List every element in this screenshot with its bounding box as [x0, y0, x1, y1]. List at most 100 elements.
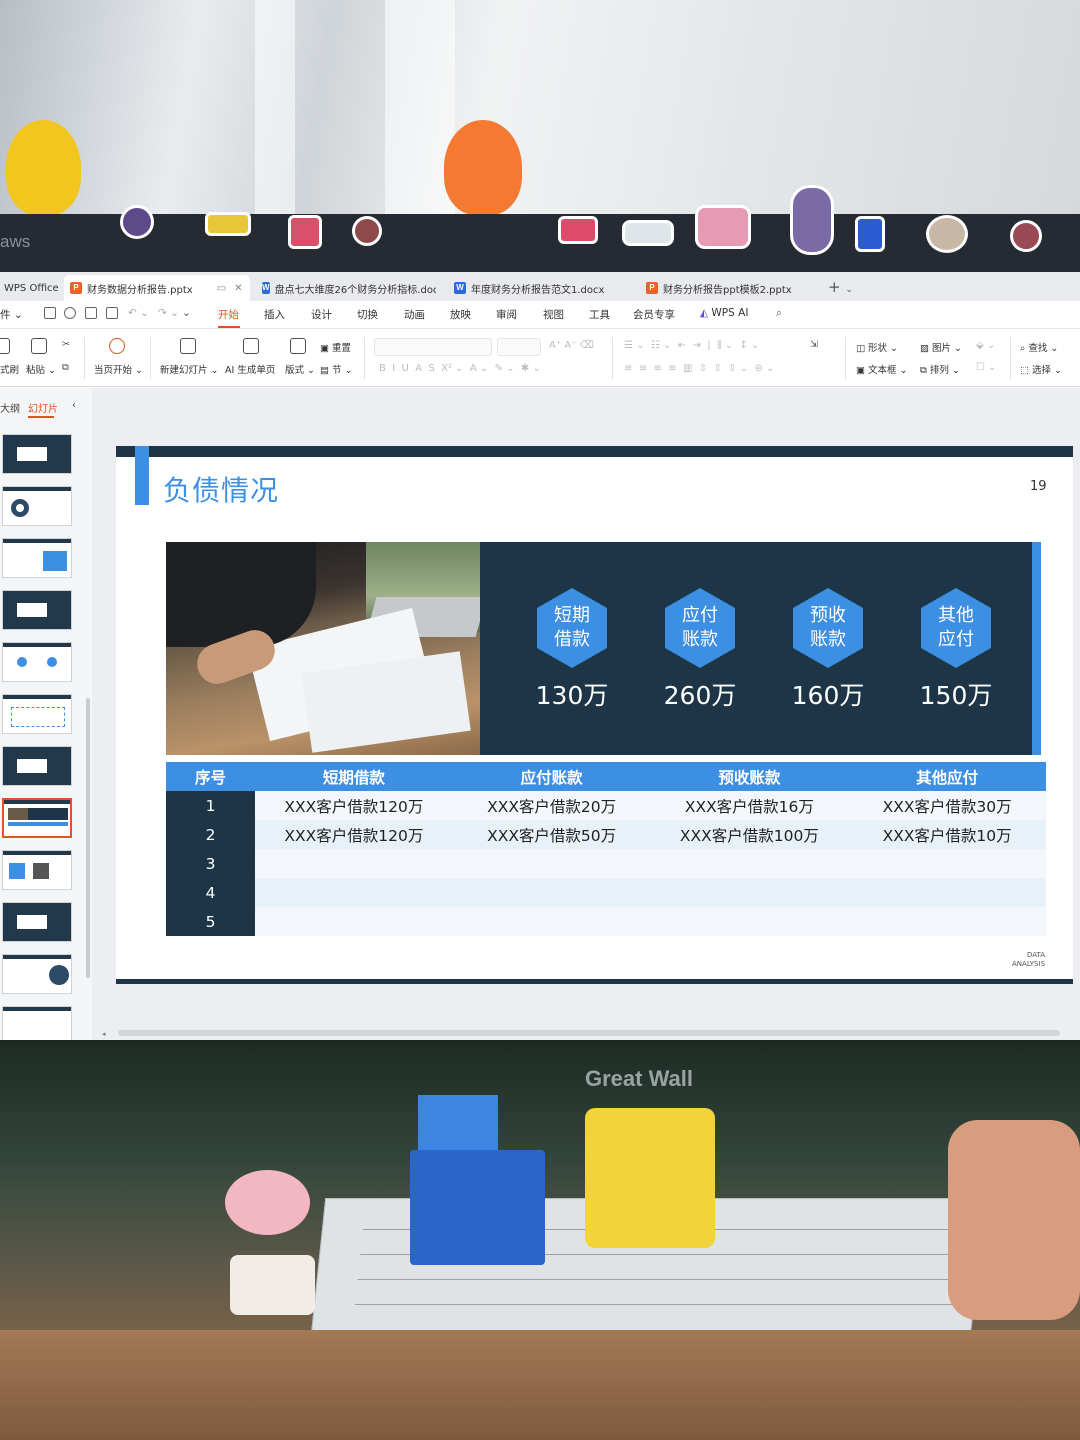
slide-thumbnail[interactable] — [2, 590, 72, 630]
scroll-left-icon[interactable]: ◂ — [102, 1030, 106, 1038]
kpi-card: 其他 应付 150万 — [895, 542, 1015, 755]
slide-thumbnail[interactable] — [2, 434, 72, 474]
menu-transition[interactable]: 切换 — [357, 307, 378, 322]
kpi-value: 150万 — [919, 681, 993, 710]
tab-document[interactable]: P 财务分析报告ppt模板2.pptx — [640, 275, 820, 301]
play-from-current-icon[interactable] — [109, 338, 125, 354]
menu-home[interactable]: 开始 — [218, 307, 239, 322]
crown-sticker — [205, 212, 251, 236]
slide-thumbnail[interactable] — [2, 746, 72, 786]
horizontal-scrollbar[interactable] — [118, 1030, 1060, 1036]
tab-document[interactable]: W 年度财务分析报告范文1.docx — [448, 275, 628, 301]
word-file-icon: W — [262, 282, 270, 294]
flower-toy — [225, 1170, 310, 1235]
menu-view[interactable]: 视图 — [543, 307, 564, 322]
menu-animation[interactable]: 动画 — [404, 307, 425, 322]
menu-member[interactable]: 会员专享 — [633, 307, 675, 322]
new-tab-icon[interactable]: + ⌄ — [828, 278, 853, 296]
table-cell: XXX客户借款16万 — [684, 797, 814, 816]
bunny-sticker — [790, 185, 834, 255]
table-cell — [848, 907, 1046, 936]
search-icon[interactable]: ⌕ — [776, 307, 782, 320]
table-cell — [651, 878, 849, 907]
menu-design[interactable]: 设计 — [311, 307, 332, 322]
convert-icon[interactable]: ⇲ — [810, 339, 818, 350]
preview-icon[interactable] — [106, 307, 118, 319]
tab-label: 财务分析报告ppt模板2.pptx — [663, 284, 792, 296]
select-button[interactable]: ⬚ 选择 ⌄ — [1020, 362, 1062, 376]
export-icon[interactable] — [64, 307, 76, 319]
slide-thumbnail[interactable] — [2, 642, 72, 682]
lego-building-roof — [418, 1095, 498, 1155]
pane-scrollbar[interactable] — [86, 698, 90, 978]
restore-icon[interactable]: ▭ — [217, 283, 226, 294]
kpi-panel[interactable]: 短期 借款 130万 应付 账款 260万 预收 账款 160万 其他 应付 150万 — [480, 542, 1032, 755]
menu-wps-ai[interactable]: ◭ WPS AI — [700, 307, 748, 319]
slide-thumbnail[interactable] — [2, 1006, 72, 1042]
find-button[interactable]: ⌕ 查找 ⌄ — [1020, 340, 1058, 354]
ribbon-toolbar: 式刷 粘贴 ⌄ ✂ ⧉ 当页开始 ⌄ 新建幻灯片 ⌄ AI 生成单页 版式 ⌄ … — [0, 329, 1080, 387]
outline-icon[interactable]: ☐ ⌄ — [976, 362, 997, 373]
tab-active-document[interactable]: P 财务数据分析报告.pptx ▭ ✕ — [64, 275, 250, 301]
current-slide[interactable]: 负债情况 19 短期借款 130万 应付账款 260万 预收账款 160万 — [116, 446, 1073, 984]
format-painter-icon[interactable] — [0, 338, 10, 354]
font-size-select[interactable] — [497, 338, 541, 356]
shape-button[interactable]: ◫ 形状 ⌄ — [856, 340, 898, 354]
print-icon[interactable] — [85, 307, 97, 319]
save-icon[interactable] — [44, 307, 56, 319]
tab-wps-home[interactable]: WPS Office — [0, 275, 60, 301]
menu-tools[interactable]: 工具 — [589, 307, 610, 322]
textbox-button[interactable]: ▣ 文本框 ⌄ — [856, 362, 908, 376]
business-photo[interactable] — [166, 542, 480, 755]
paste-button[interactable]: 粘贴 ⌄ — [26, 362, 56, 376]
menu-review[interactable]: 审阅 — [496, 307, 517, 322]
tab-document[interactable]: W 盘点七大维度26个财务分析指标.doc — [256, 275, 436, 301]
layout-button[interactable]: 版式 ⌄ — [285, 362, 315, 376]
slide-thumbnail[interactable] — [2, 538, 72, 578]
slide-thumbnail[interactable] — [2, 486, 72, 526]
picture-button[interactable]: ▨ 图片 ⌄ — [920, 340, 962, 354]
tab-outline[interactable]: 大纲 — [0, 400, 20, 415]
font-style-buttons[interactable]: B I U A S X² ⌄ A ⌄ ✎ ⌄ ✱ ⌄ — [379, 363, 541, 374]
list-controls[interactable]: ☰ ⌄ ☷ ⌄ ⇤ ⇥ | ⫼ ⌄ ↕ ⌄ — [624, 340, 759, 351]
tab-label: 财务数据分析报告.pptx — [87, 284, 193, 296]
wall-light-stripe — [255, 0, 295, 216]
close-tab-icon[interactable]: ✕ — [234, 283, 242, 294]
copy-icon[interactable]: ⧉ — [62, 362, 69, 373]
slide-thumbnail[interactable] — [2, 850, 72, 890]
table-header-cell: 其他应付 — [916, 768, 979, 787]
new-slide-icon[interactable] — [180, 338, 196, 354]
font-family-select[interactable] — [374, 338, 492, 356]
slide-thumbnail[interactable] — [2, 902, 72, 942]
menu-file[interactable]: 件 ⌄ — [0, 307, 23, 322]
collapse-pane-icon[interactable]: ‹ — [72, 400, 76, 411]
slide-thumbnail[interactable] — [2, 694, 72, 734]
slide-title[interactable]: 负债情况 — [163, 469, 279, 509]
menu-insert[interactable]: 插入 — [264, 307, 285, 322]
table-cell — [255, 849, 453, 878]
table-cell — [255, 907, 453, 936]
section-button[interactable]: ▤ 节 ⌄ — [320, 362, 353, 376]
table-cell: XXX客户借款50万 — [487, 826, 617, 845]
ai-slide-icon[interactable] — [243, 338, 259, 354]
redo-icon[interactable]: ↷ ⌄ — [158, 307, 179, 319]
more-icon[interactable]: ⌄ — [182, 307, 191, 319]
fill-icon[interactable]: ⬙ ⌄ — [976, 340, 995, 351]
slide-thumbnail[interactable] — [2, 954, 72, 994]
arrange-button[interactable]: ⧉ 排列 ⌄ — [920, 362, 960, 376]
cut-icon[interactable]: ✂ — [62, 339, 70, 350]
paragraph-controls[interactable]: ≡ ≡ ≡ ≡ ▥ ⇳ ⇳ ⇳ ⌄ ⊜ ⌄ — [624, 363, 774, 374]
paste-icon[interactable] — [31, 338, 47, 354]
new-slide-button[interactable]: 新建幻灯片 ⌄ — [160, 362, 219, 376]
reset-button[interactable]: ▣ 重置 — [320, 340, 351, 354]
slide-bottom-bar — [116, 979, 1073, 984]
kpi-hexagon: 预收 账款 — [793, 588, 863, 668]
menu-slideshow[interactable]: 放映 — [450, 307, 471, 322]
font-size-controls[interactable]: A⁺ A⁻ ⌫ — [549, 340, 594, 351]
ai-single-page-button[interactable]: AI 生成单页 — [225, 362, 275, 376]
undo-icon[interactable]: ↶ ⌄ — [128, 307, 149, 319]
play-from-current-button[interactable]: 当页开始 ⌄ — [94, 362, 143, 376]
layout-icon[interactable] — [290, 338, 306, 354]
slide-thumbnail-selected[interactable] — [2, 798, 72, 838]
tab-slides[interactable]: 幻灯片 — [28, 400, 58, 415]
